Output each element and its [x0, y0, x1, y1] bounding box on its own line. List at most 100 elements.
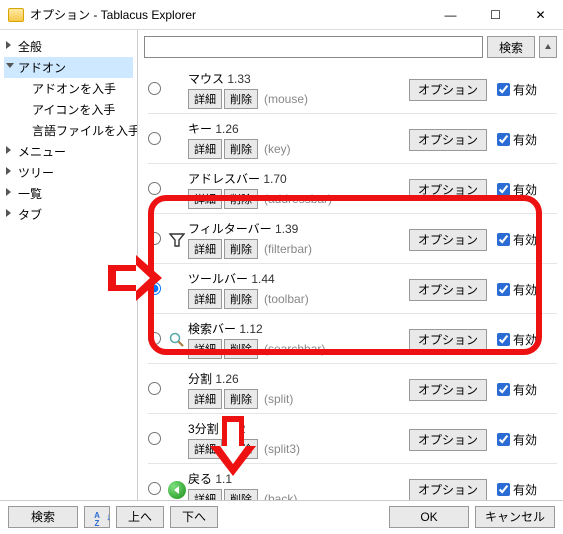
enabled-checkbox[interactable] [497, 333, 510, 346]
details-button[interactable]: 詳細 [188, 439, 222, 459]
addon-id: (split3) [264, 442, 300, 456]
enabled-checkbox[interactable] [497, 133, 510, 146]
move-down-button[interactable]: 下へ [170, 506, 218, 528]
option-button[interactable]: オプション [409, 429, 487, 451]
details-button[interactable]: 詳細 [188, 489, 222, 500]
addon-id: (split) [264, 392, 293, 406]
tree-item-メニュー[interactable]: メニュー [4, 141, 133, 162]
enabled-checkbox[interactable] [497, 283, 510, 296]
enabled-checkbox-wrap[interactable]: 有効 [497, 431, 553, 448]
enabled-checkbox[interactable] [497, 83, 510, 96]
cancel-button[interactable]: キャンセル [475, 506, 555, 528]
addon-name: 検索バー [188, 322, 236, 336]
delete-button[interactable]: 削除 [224, 389, 258, 409]
delete-button[interactable]: 削除 [224, 439, 258, 459]
enabled-checkbox[interactable] [497, 383, 510, 396]
search-input[interactable] [144, 36, 483, 58]
addon-name: キー [188, 122, 212, 136]
tree-item-ツリー[interactable]: ツリー [4, 162, 133, 183]
option-button[interactable]: オプション [409, 379, 487, 401]
select-radio[interactable] [148, 232, 161, 245]
select-radio[interactable] [148, 482, 161, 495]
enabled-checkbox-wrap[interactable]: 有効 [497, 81, 553, 98]
enabled-checkbox[interactable] [497, 233, 510, 246]
enabled-checkbox[interactable] [497, 433, 510, 446]
addon-version: 1.33 [224, 72, 251, 86]
addon-row-filterbar: フィルターバー 1.39詳細削除(filterbar)オプション有効 [148, 213, 557, 263]
enabled-label: 有効 [513, 431, 537, 448]
scroll-up-icon[interactable] [539, 36, 557, 58]
tree-item-アドオンを入手[interactable]: アドオンを入手 [4, 78, 133, 99]
option-button[interactable]: オプション [409, 129, 487, 151]
delete-button[interactable]: 削除 [224, 239, 258, 259]
magnifier-icon [169, 332, 185, 348]
enabled-checkbox-wrap[interactable]: 有効 [497, 481, 553, 498]
footer-search-button[interactable]: 検索 [8, 506, 78, 528]
enabled-checkbox[interactable] [497, 183, 510, 196]
select-radio[interactable] [148, 332, 161, 345]
select-radio[interactable] [148, 132, 161, 145]
enabled-checkbox-wrap[interactable]: 有効 [497, 281, 553, 298]
enabled-checkbox-wrap[interactable]: 有効 [497, 381, 553, 398]
select-radio[interactable] [148, 382, 161, 395]
titlebar: オプション - Tablacus Explorer — ☐ ✕ [0, 0, 563, 30]
select-radio[interactable] [148, 432, 161, 445]
back-arrow-icon [168, 481, 186, 499]
close-button[interactable]: ✕ [518, 1, 563, 29]
enabled-label: 有効 [513, 181, 537, 198]
addon-id: (filterbar) [264, 242, 312, 256]
details-button[interactable]: 詳細 [188, 339, 222, 359]
delete-button[interactable]: 削除 [224, 489, 258, 500]
addon-row-split: 分割 1.26詳細削除(split)オプション有効 [148, 363, 557, 413]
select-radio[interactable] [148, 282, 161, 295]
option-button[interactable]: オプション [409, 79, 487, 101]
move-up-button[interactable]: 上へ [116, 506, 164, 528]
details-button[interactable]: 詳細 [188, 239, 222, 259]
addon-version: 1.1 [212, 472, 232, 486]
enabled-label: 有効 [513, 131, 537, 148]
search-button[interactable]: 検索 [487, 36, 535, 58]
enabled-checkbox[interactable] [497, 483, 510, 496]
details-button[interactable]: 詳細 [188, 289, 222, 309]
delete-button[interactable]: 削除 [224, 89, 258, 109]
category-tree[interactable]: 全般アドオンアドオンを入手アイコンを入手言語ファイルを入手メニューツリー一覧タブ [0, 30, 138, 500]
tree-item-全般[interactable]: 全般 [4, 36, 133, 57]
details-button[interactable]: 詳細 [188, 189, 222, 209]
addon-id: (toolbar) [264, 292, 309, 306]
tree-item-一覧[interactable]: 一覧 [4, 183, 133, 204]
option-button[interactable]: オプション [409, 279, 487, 301]
delete-button[interactable]: 削除 [224, 139, 258, 159]
delete-button[interactable]: 削除 [224, 189, 258, 209]
minimize-button[interactable]: — [428, 1, 473, 29]
option-button[interactable]: オプション [409, 179, 487, 201]
delete-button[interactable]: 削除 [224, 289, 258, 309]
enabled-checkbox-wrap[interactable]: 有効 [497, 131, 553, 148]
tree-item-アイコンを入手[interactable]: アイコンを入手 [4, 99, 133, 120]
select-radio[interactable] [148, 82, 161, 95]
addon-id: (mouse) [264, 92, 308, 106]
addon-search-bar: 検索 [138, 30, 563, 64]
tree-item-アドオン[interactable]: アドオン [4, 57, 133, 78]
addon-version: 1.70 [260, 172, 287, 186]
enabled-label: 有効 [513, 331, 537, 348]
addon-row-back: 戻る 1.1詳細削除(back)オプション有効 [148, 463, 557, 500]
option-button[interactable]: オプション [409, 479, 487, 501]
maximize-button[interactable]: ☐ [473, 1, 518, 29]
ok-button[interactable]: OK [389, 506, 469, 528]
option-button[interactable]: オプション [409, 229, 487, 251]
addon-id: (addressbar) [264, 192, 332, 206]
tree-item-言語ファイルを入手[interactable]: 言語ファイルを入手 [4, 120, 133, 141]
details-button[interactable]: 詳細 [188, 389, 222, 409]
bottom-bar: 検索 AZ 上へ 下へ OK キャンセル [0, 500, 563, 532]
tree-item-タブ[interactable]: タブ [4, 204, 133, 225]
details-button[interactable]: 詳細 [188, 89, 222, 109]
delete-button[interactable]: 削除 [224, 339, 258, 359]
enabled-checkbox-wrap[interactable]: 有効 [497, 181, 553, 198]
option-button[interactable]: オプション [409, 329, 487, 351]
select-radio[interactable] [148, 182, 161, 195]
sort-az-button[interactable]: AZ [84, 506, 110, 528]
enabled-checkbox-wrap[interactable]: 有効 [497, 331, 553, 348]
details-button[interactable]: 詳細 [188, 139, 222, 159]
enabled-checkbox-wrap[interactable]: 有効 [497, 231, 553, 248]
sort-az-icon: AZ [89, 512, 105, 530]
